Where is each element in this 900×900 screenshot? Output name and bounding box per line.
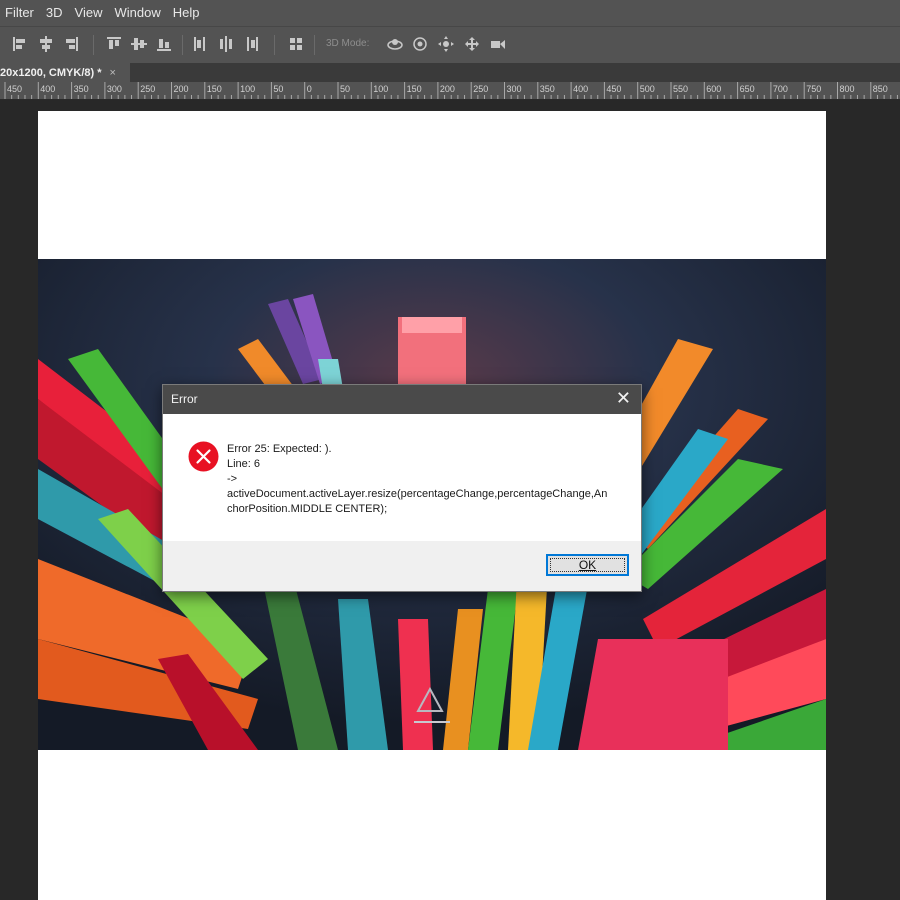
menu-help[interactable]: Help [167, 0, 206, 26]
3d-orbit-icon[interactable] [386, 35, 404, 53]
3d-slide-icon[interactable] [463, 35, 481, 53]
error-message-line: Error 25: Expected: ). [227, 443, 332, 455]
align-top-icon[interactable] [105, 35, 123, 53]
toolbar-separator [182, 35, 183, 55]
ruler-label: 300 [106, 84, 122, 94]
3d-pan-icon[interactable] [437, 35, 455, 53]
ruler-label: 100 [240, 84, 256, 94]
menu-view[interactable]: View [69, 0, 109, 26]
toolbar-separator [314, 35, 315, 55]
ruler-label: 100 [373, 84, 389, 94]
options-toolbar: 3D Mode: [0, 26, 900, 64]
dialog-footer: OK [163, 541, 641, 591]
ruler-label: 650 [739, 84, 755, 94]
dialog-title: Error [171, 392, 198, 406]
ruler-label: 0 [306, 84, 312, 94]
document-tab-title: 20x1200, CMYK/8) * [0, 66, 102, 79]
ruler-label: 450 [7, 84, 23, 94]
menu-bar: Filter 3D View Window Help [0, 0, 900, 26]
ruler-label: 400 [573, 84, 589, 94]
menu-filter[interactable]: Filter [0, 0, 40, 26]
dialog-titlebar[interactable]: Error ✕ [163, 385, 641, 414]
ruler-label: 200 [173, 84, 189, 94]
align-left-icon[interactable] [11, 35, 29, 53]
error-message: Error 25: Expected: ). Line: 6 -> active… [227, 442, 609, 517]
3d-mode-label: 3D Mode: [326, 38, 370, 49]
auto-align-icon[interactable] [287, 35, 305, 53]
ruler-label: 150 [206, 84, 222, 94]
3d-scale-icon[interactable] [489, 35, 507, 53]
ruler-label: 700 [772, 84, 788, 94]
ruler-label: 50 [340, 84, 351, 94]
ruler-label: 500 [639, 84, 655, 94]
distribute-left-icon[interactable] [191, 35, 209, 53]
distribute-center-icon[interactable] [217, 35, 235, 53]
toolbar-separator [274, 35, 275, 55]
ruler-label: 200 [439, 84, 455, 94]
document-tab[interactable]: 20x1200, CMYK/8) * × [0, 63, 130, 82]
align-bottom-icon[interactable] [155, 35, 173, 53]
ruler-label: 150 [406, 84, 422, 94]
ruler-label: 450 [606, 84, 622, 94]
ok-button[interactable]: OK [546, 554, 629, 576]
ruler-label: 400 [40, 84, 56, 94]
ruler-label: 550 [673, 84, 689, 94]
ruler-label: 300 [506, 84, 522, 94]
menu-3d[interactable]: 3D [40, 0, 69, 26]
ruler-label: 250 [473, 84, 489, 94]
distribute-right-icon[interactable] [243, 35, 261, 53]
dialog-close-icon[interactable]: ✕ [616, 389, 631, 407]
error-message-line: -> [227, 473, 238, 485]
horizontal-ruler[interactable]: 450 400 350 300 250 200 150 100 50 0 50 100 150 200 25… [0, 82, 900, 100]
ruler-label: 850 [872, 84, 888, 94]
3d-roll-icon[interactable] [411, 35, 429, 53]
menu-window[interactable]: Window [108, 0, 166, 26]
error-message-line: activeDocument.activeLayer.resize(percen… [227, 488, 608, 515]
toolbar-separator [93, 35, 94, 55]
align-center-v-icon[interactable] [130, 35, 148, 53]
ruler-label: 350 [539, 84, 555, 94]
ruler-label: 800 [839, 84, 855, 94]
ruler-label: 750 [806, 84, 822, 94]
ruler-label: 350 [73, 84, 89, 94]
error-dialog: Error ✕ Error 25: Expected: ). Line: 6 -… [162, 384, 642, 592]
document-tab-bar: 20x1200, CMYK/8) * × [0, 63, 900, 82]
error-icon [188, 441, 219, 472]
align-right-icon[interactable] [62, 35, 80, 53]
ruler-label: 50 [273, 84, 284, 94]
dialog-body: Error 25: Expected: ). Line: 6 -> active… [163, 414, 641, 541]
align-center-h-icon[interactable] [37, 35, 55, 53]
error-message-line: Line: 6 [227, 458, 261, 470]
ruler-label: 600 [706, 84, 722, 94]
document-tab-close-icon[interactable]: × [110, 67, 116, 79]
ruler-label: 250 [140, 84, 156, 94]
